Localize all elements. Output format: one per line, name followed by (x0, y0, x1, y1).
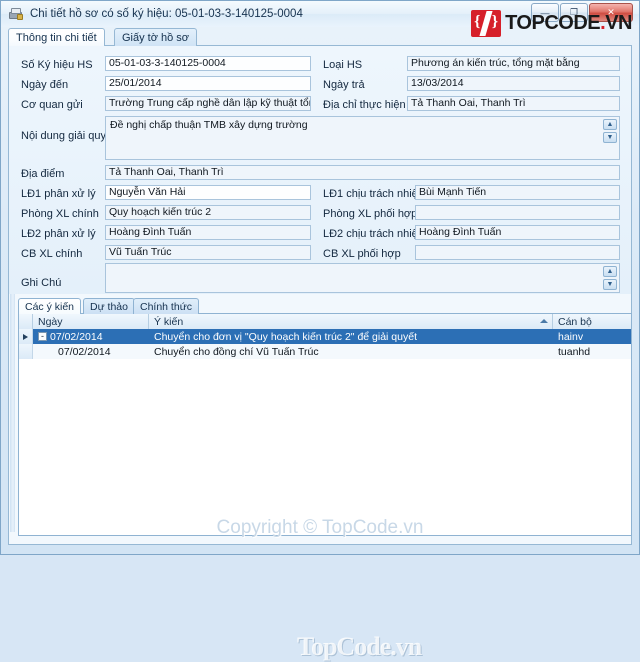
opinions-grid[interactable]: Ngày Ý kiến Cán bộ - 07/02/2014 Chuyển c… (18, 313, 632, 661)
cell-ngay: 07/02/2014 (33, 344, 149, 359)
grid-header-ngay[interactable]: Ngày (33, 314, 149, 329)
window-icon (8, 6, 24, 22)
label-phong-xl-phoi-hop: Phòng XL phối hợp (323, 208, 418, 220)
ghi-chu-scroll-buttons[interactable]: ▲ ▼ (603, 266, 617, 292)
label-dia-chi-thuc-hien: Địa chỉ thực hiện (323, 99, 406, 111)
input-ld2-chiu-trach-nhiem[interactable]: Hoàng Đình Tuấn (415, 225, 620, 240)
topcode-logo-mark: { } (471, 10, 502, 37)
tab-chinh-thuc[interactable]: Chính thức (133, 298, 199, 314)
sort-ascending-icon (540, 319, 548, 323)
label-ld2-chiu-trach-nhiem: LĐ2 chịu trách nhiệm (323, 228, 427, 240)
topcode-logo-text: TOPCODE.VN (505, 12, 632, 35)
label-dia-diem: Địa điểm (21, 168, 65, 180)
input-ld1-phan-xu-ly[interactable]: Nguyễn Văn Hải (105, 185, 311, 200)
noi-dung-scroll-buttons[interactable]: ▲ ▼ (603, 119, 617, 145)
lower-tab-label: Các ý kiến (25, 300, 75, 313)
logo-text-code: CODE (544, 12, 601, 34)
label-loai-hs: Loại HS (323, 59, 363, 71)
scroll-up-icon[interactable]: ▲ (603, 119, 617, 130)
tab-label: Giấy tờ hồ sơ (122, 31, 190, 44)
logo-slash-icon (479, 11, 493, 36)
input-dia-diem[interactable]: Tả Thanh Oai, Thanh Trì (105, 165, 620, 180)
tree-collapse-icon[interactable]: - (38, 332, 47, 341)
grid-header-y-kien[interactable]: Ý kiến (149, 314, 553, 329)
scroll-down-icon[interactable]: ▼ (603, 132, 617, 143)
tab-thong-tin-chi-tiet[interactable]: Thông tin chi tiết (8, 28, 105, 46)
label-so-ky-hieu-hs: Số Ký hiệu HS (21, 59, 93, 71)
label-ld1-chiu-trach-nhiem: LĐ1 chịu trách nhiệm (323, 188, 427, 200)
input-ld2-phan-xu-ly[interactable]: Hoàng Đình Tuấn (105, 225, 311, 240)
label-ld2-phan-xu-ly: LĐ2 phân xử lý (21, 228, 96, 240)
input-ngay-tra[interactable]: 13/03/2014 (407, 76, 620, 91)
tab-panel-thong-tin-chi-tiet: Số Ký hiệu HS 05-01-03-3-140125-0004 Loạ… (8, 45, 632, 661)
cell-ngay: - 07/02/2014 (33, 329, 149, 344)
input-cb-xl-phoi-hop[interactable] (415, 245, 620, 260)
logo-text-vn: VN (605, 12, 632, 34)
window-title: Chi tiết hồ sơ có số ký hiệu: 05-01-03-3… (30, 8, 303, 20)
input-phong-xl-chinh[interactable]: Quy hoạch kiến trúc 2 (105, 205, 311, 220)
grid-header-label: Ngày (38, 315, 63, 328)
grid-header-can-bo[interactable]: Cán bộ (553, 314, 631, 329)
row-indicator-cell (19, 329, 33, 344)
scroll-up-icon[interactable]: ▲ (603, 266, 617, 277)
label-ngay-den: Ngày đến (21, 79, 69, 91)
input-phong-xl-phoi-hop[interactable] (415, 205, 620, 220)
logo-bracket-right: } (491, 13, 499, 30)
grid-watermark: TopCode.vn (297, 632, 422, 661)
topcode-logo: { } TOPCODE.VN (471, 10, 632, 37)
label-phong-xl-chinh: Phòng XL chính (21, 208, 99, 220)
lower-tab-label: Dự thảo (90, 300, 128, 313)
tab-label: Thông tin chi tiết (16, 31, 97, 44)
input-co-quan-gui[interactable]: Trường Trung cấp nghề dân lập kỹ thuật t… (105, 96, 311, 111)
cell-y-kien: Chuyển cho đồng chí Vũ Tuấn Trúc (154, 345, 319, 358)
input-cb-xl-chinh[interactable]: Vũ Tuấn Trúc (105, 245, 311, 260)
grid-header-indicator (19, 314, 33, 329)
application-window: Chi tiết hồ sơ có số ký hiệu: 05-01-03-3… (0, 0, 640, 661)
cell-text: 07/02/2014 (58, 345, 111, 358)
cell-y-kien: Chuyển cho đơn vị "Quy hoạch kiến trúc 2… (154, 330, 417, 343)
grid-header-row: Ngày Ý kiến Cán bộ (19, 314, 631, 330)
input-loai-hs[interactable]: Phương án kiến trúc, tổng mặt bằng (407, 56, 620, 71)
input-noi-dung-giai-quyet[interactable]: Đề nghị chấp thuận TMB xây dựng trường ▲… (105, 116, 620, 160)
noi-dung-text: Đề nghị chấp thuận TMB xây dựng trường (110, 119, 308, 131)
grid-header-label: Ý kiến (154, 315, 184, 328)
tab-giay-to-ho-so[interactable]: Giấy tờ hồ sơ (114, 28, 198, 46)
input-ngay-den[interactable]: 25/01/2014 (105, 76, 311, 91)
label-noi-dung-giai-quyet: Nội dung giải quyết (21, 130, 116, 142)
label-ngay-tra: Ngày trả (323, 79, 365, 91)
cell-can-bo: tuanhd (558, 345, 591, 358)
label-cb-xl-chinh: CB XL chính (21, 248, 83, 260)
label-ghi-chu: Ghi Chú (21, 277, 62, 289)
label-co-quan-gui: Cơ quan gửi (21, 99, 83, 111)
table-row[interactable]: 07/02/2014 Chuyển cho đồng chí Vũ Tuấn T… (19, 344, 631, 359)
cell-text: 07/02/2014 (50, 330, 103, 343)
lower-tab-label: Chính thức (140, 300, 192, 313)
input-ld1-chiu-trach-nhiem[interactable]: Bùi Mạnh Tiến (415, 185, 620, 200)
label-ld1-phan-xu-ly: LĐ1 phân xử lý (21, 188, 96, 200)
cell-can-bo: hainv (558, 330, 584, 343)
input-ghi-chu[interactable]: ▲ ▼ (105, 263, 620, 293)
tab-cac-y-kien[interactable]: Các ý kiến (18, 298, 82, 314)
tab-du-thao[interactable]: Dự thảo (83, 298, 135, 314)
detail-form: Số Ký hiệu HS 05-01-03-3-140125-0004 Loạ… (9, 46, 631, 294)
input-so-ky-hieu-hs[interactable]: 05-01-03-3-140125-0004 (105, 56, 311, 71)
current-row-arrow-icon (23, 333, 28, 340)
input-dia-chi-thuc-hien[interactable]: Tả Thanh Oai, Thanh Trì (407, 96, 620, 111)
lower-tab-strip: Các ý kiến Dự thảo Chính thức (18, 298, 632, 314)
label-cb-xl-phoi-hop: CB XL phối hợp (323, 248, 401, 260)
logo-bracket-left: { (474, 13, 481, 30)
table-row[interactable]: - 07/02/2014 Chuyển cho đơn vị "Quy hoạc… (19, 329, 631, 344)
row-indicator-cell (19, 344, 33, 359)
grid-header-label: Cán bộ (558, 315, 592, 328)
logo-text-top: TOP (505, 12, 545, 34)
scroll-down-icon[interactable]: ▼ (603, 279, 617, 290)
